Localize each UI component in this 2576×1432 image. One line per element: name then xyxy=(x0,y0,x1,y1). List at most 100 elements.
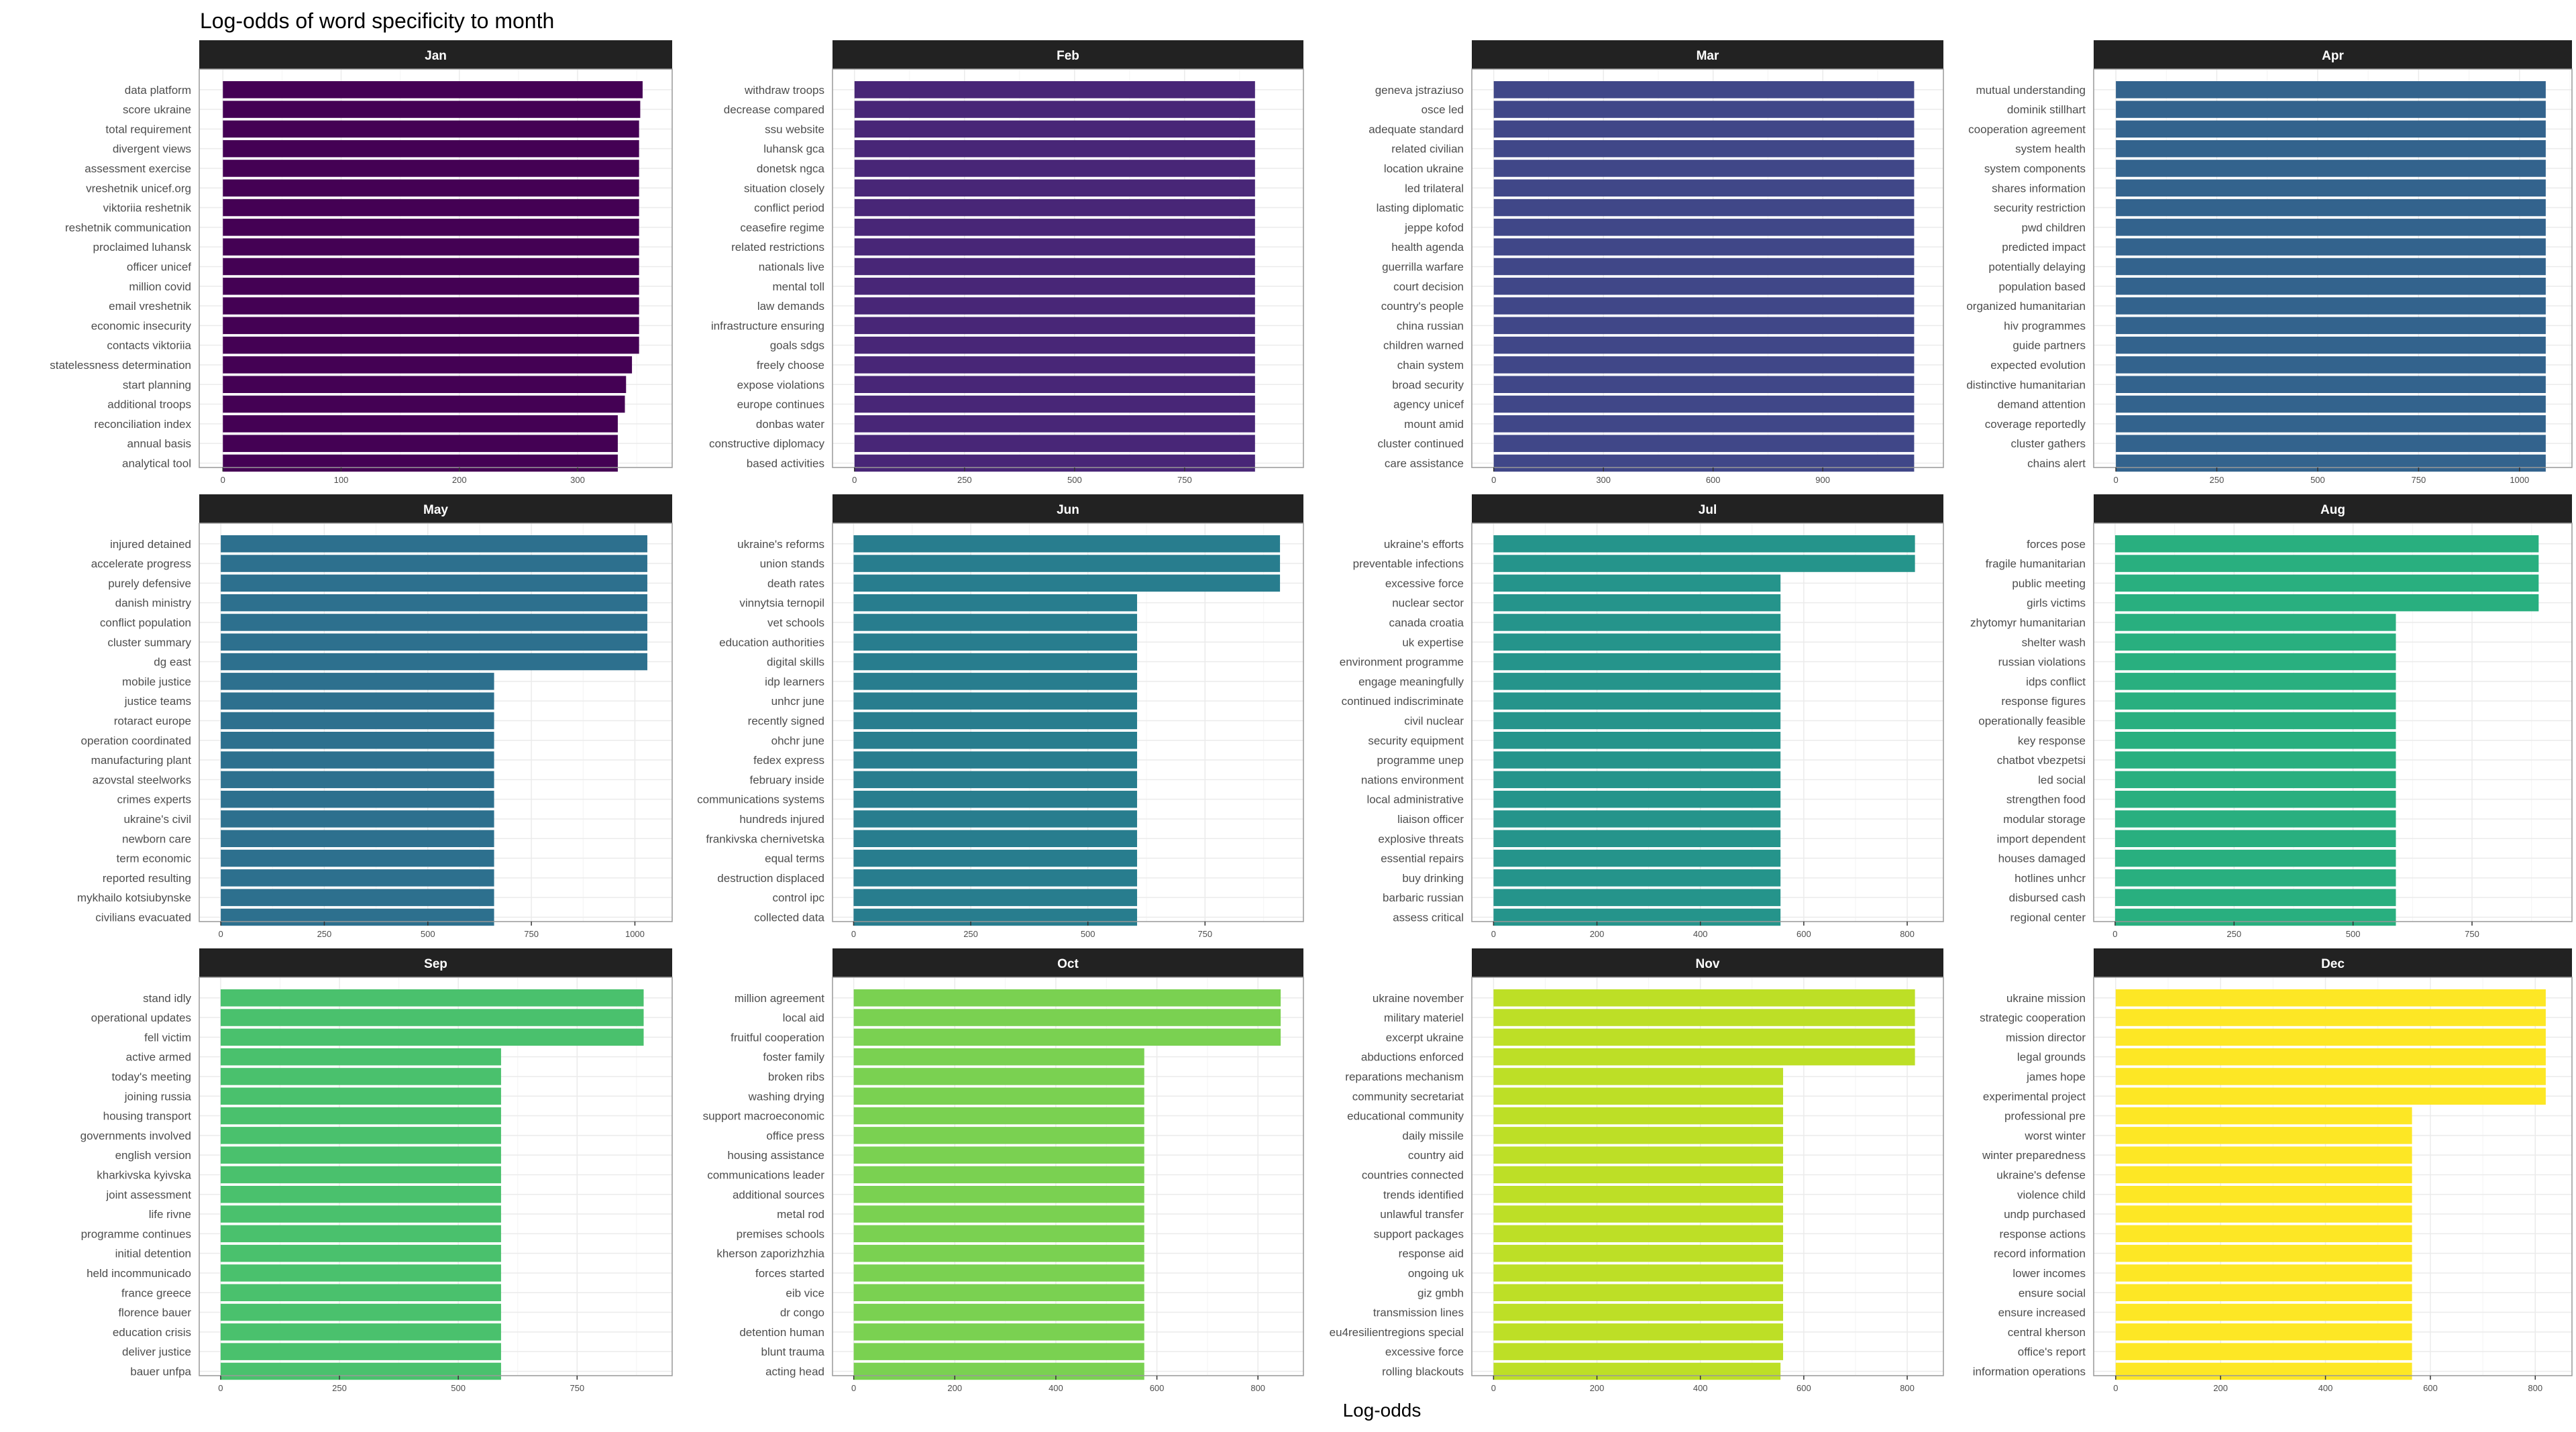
category-label: guide partners xyxy=(2012,339,2086,352)
x-tick-label: 200 xyxy=(1590,929,1605,939)
category-label: collected data xyxy=(754,911,824,924)
bar xyxy=(1493,297,1915,315)
facet-strip-label: Sep xyxy=(424,957,447,971)
chart-canvas: Log-odds of word specificity to month Lo… xyxy=(50,9,2573,1421)
bar xyxy=(221,771,494,789)
bar xyxy=(1493,653,1781,671)
x-tick-label: 0 xyxy=(2112,929,2117,939)
category-label: excerpt ukraine xyxy=(1386,1031,1464,1044)
bar xyxy=(1493,199,1915,217)
category-label: deliver justice xyxy=(122,1345,191,1358)
bar xyxy=(220,1146,501,1164)
category-label: operational updates xyxy=(91,1011,191,1024)
x-tick-label: 750 xyxy=(570,1383,584,1393)
bar xyxy=(1493,535,1915,553)
category-label: foster family xyxy=(763,1051,824,1064)
category-label: europe continues xyxy=(737,398,824,411)
category-label: fruitful cooperation xyxy=(731,1031,824,1044)
bar xyxy=(853,1028,1281,1046)
category-label: health agenda xyxy=(1391,241,1464,254)
x-tick-label: 250 xyxy=(2226,929,2241,939)
bar xyxy=(2115,1244,2412,1262)
category-label: abductions enforced xyxy=(1361,1051,1464,1064)
bar xyxy=(1493,1362,1781,1380)
category-label: housing assistance xyxy=(727,1149,824,1162)
bar xyxy=(223,219,639,236)
bar xyxy=(2116,297,2546,315)
bar xyxy=(1493,415,1915,433)
category-label: violence child xyxy=(2017,1189,2086,1201)
x-axis-label: Log-odds xyxy=(1343,1400,1421,1421)
bar xyxy=(2114,535,2539,553)
category-label: stand idly xyxy=(143,992,191,1005)
bar xyxy=(221,614,647,631)
category-label: reparations mechanism xyxy=(1345,1070,1464,1083)
category-label: james hope xyxy=(2026,1070,2086,1083)
category-label: score ukraine xyxy=(123,103,191,116)
bar xyxy=(854,140,1255,158)
category-label: community secretariat xyxy=(1352,1090,1464,1103)
facet-strip-label: Jun xyxy=(1057,503,1079,517)
category-label: fell victim xyxy=(144,1031,191,1044)
category-label: based activities xyxy=(747,457,824,470)
category-label: ssu website xyxy=(765,123,824,135)
facet-panel: Oct million agreement local aid fruitful co… xyxy=(703,948,1304,1393)
bar xyxy=(854,120,1255,138)
bar xyxy=(223,238,639,256)
bar xyxy=(854,415,1255,433)
category-label: injured detained xyxy=(110,538,191,551)
category-label: digital skills xyxy=(767,656,824,669)
bar xyxy=(854,81,1255,99)
category-label: vinnytsia ternopil xyxy=(739,597,824,610)
category-label: february inside xyxy=(749,773,824,786)
category-label: bauer unfpa xyxy=(130,1365,191,1378)
category-label: acting head xyxy=(765,1365,824,1378)
category-label: expected evolution xyxy=(1990,359,2086,372)
category-label: canada croatia xyxy=(1389,616,1464,629)
facet-panel: Jun ukraine's reforms union stands death ra… xyxy=(697,494,1304,939)
bar xyxy=(2115,1343,2412,1360)
facet-strip-label: Dec xyxy=(2321,957,2345,971)
bar xyxy=(2116,160,2546,177)
bar xyxy=(221,790,494,808)
bar xyxy=(2116,415,2546,433)
category-label: freely choose xyxy=(757,359,824,372)
category-label: communications systems xyxy=(697,793,824,806)
category-label: educational community xyxy=(1347,1110,1464,1123)
category-label: fragile humanitarian xyxy=(1986,557,2086,570)
bar xyxy=(2115,1146,2412,1164)
bar xyxy=(2116,336,2546,354)
category-label: mission director xyxy=(2006,1031,2086,1044)
category-label: eu4resilientregions special xyxy=(1330,1326,1464,1339)
category-label: trends identified xyxy=(1383,1189,1464,1201)
category-label: total requirement xyxy=(105,123,191,135)
bar xyxy=(221,908,494,926)
category-label: agency unicef xyxy=(1393,398,1464,411)
category-label: start planning xyxy=(123,378,191,391)
x-tick-label: 750 xyxy=(2465,929,2479,939)
bar xyxy=(1493,336,1915,354)
bar xyxy=(854,317,1255,335)
facet-strip-label: Oct xyxy=(1057,957,1079,971)
bar xyxy=(853,790,1138,808)
bar xyxy=(2114,555,2539,572)
category-label: mutual understanding xyxy=(1976,84,2086,97)
category-label: florence bauer xyxy=(118,1307,191,1319)
bar xyxy=(2115,1225,2412,1243)
x-tick-label: 250 xyxy=(317,929,332,939)
bar xyxy=(221,849,494,867)
x-tick-label: 500 xyxy=(1081,929,1095,939)
category-label: excessive force xyxy=(1385,577,1464,590)
category-label: continued indiscriminate xyxy=(1342,695,1464,708)
bar xyxy=(2116,454,2546,472)
x-tick-label: 0 xyxy=(221,475,225,485)
category-label: office press xyxy=(766,1130,824,1142)
bar xyxy=(223,278,639,295)
bar xyxy=(221,633,647,651)
bar xyxy=(1493,1068,1784,1085)
bar xyxy=(2114,633,2396,651)
category-label: control ipc xyxy=(773,891,825,904)
bar xyxy=(221,732,494,749)
bar xyxy=(1493,830,1781,847)
category-label: chains alert xyxy=(2027,457,2086,470)
